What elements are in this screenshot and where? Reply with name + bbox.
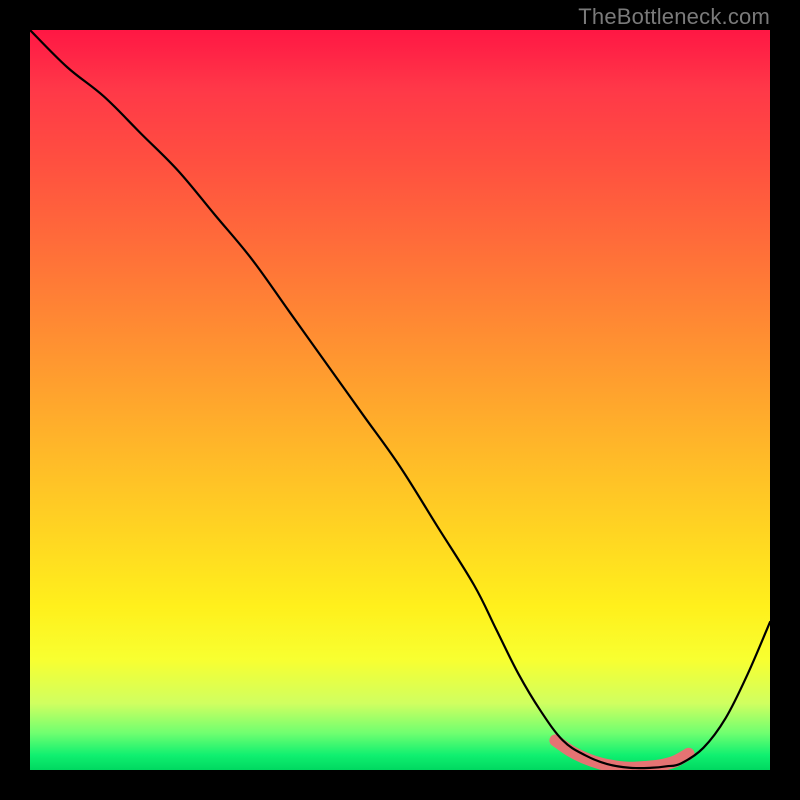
optimal-zone-highlight (555, 740, 688, 767)
curve-svg (30, 30, 770, 770)
chart-container: TheBottleneck.com (0, 0, 800, 800)
bottleneck-curve (30, 30, 770, 768)
watermark-text: TheBottleneck.com (578, 4, 770, 30)
plot-area (30, 30, 770, 770)
